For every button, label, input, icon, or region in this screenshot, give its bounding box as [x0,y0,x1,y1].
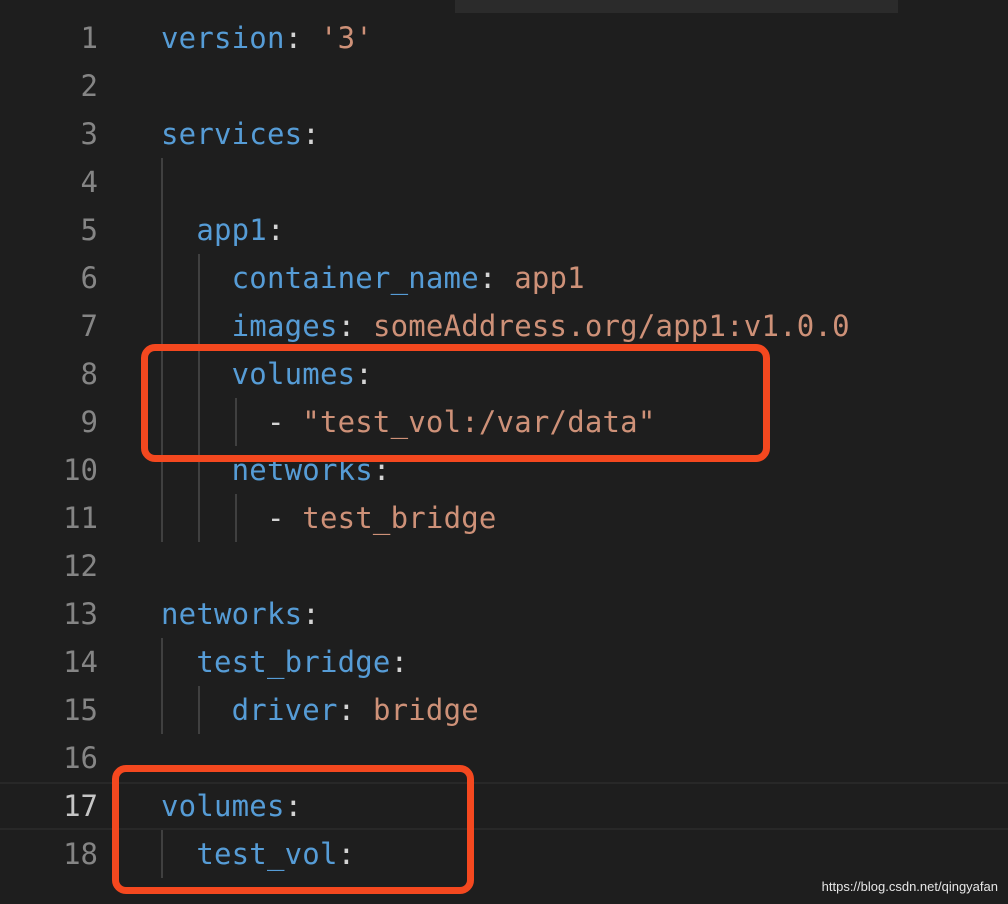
code-line[interactable]: 13 networks: [0,590,1008,638]
line-number: 14 [63,645,98,679]
code-line[interactable]: 15 driver: bridge [0,686,1008,734]
code-line[interactable]: 7 images: someAddress.org/app1:v1.0.0 [0,302,1008,350]
yaml-key: driver [231,693,338,727]
editor-top-bar [455,0,898,13]
list-dash: - [266,501,303,535]
yaml-key: networks [161,597,303,631]
yaml-value: '3' [319,21,373,55]
code-text: driver: bridge [161,694,479,726]
code-line[interactable]: 12 [0,542,1008,590]
yaml-colon: : [337,309,373,343]
yaml-value: test_bridge [302,501,497,535]
line-number: 7 [80,309,98,343]
code-line[interactable]: 11 - test_bridge [0,494,1008,542]
yaml-value: someAddress.org/app1:v1.0.0 [372,309,850,343]
yaml-colon: : [266,213,285,247]
code-text: app1: [161,214,285,246]
yaml-value: app1 [514,261,585,295]
line-number: 1 [80,21,98,55]
line-number: 3 [80,117,98,151]
code-text: version: '3' [161,22,373,54]
yaml-colon: : [302,117,320,151]
code-editor[interactable]: 1 version: '3' 2 3 services: 4 5 app1: 6 contai… [0,0,1008,904]
code-line[interactable]: 3 services: [0,110,1008,158]
line-number: 13 [63,597,98,631]
code-text: images: someAddress.org/app1:v1.0.0 [161,310,850,342]
yaml-key: app1 [196,213,267,247]
code-text: networks: [161,598,320,630]
yaml-key: test_bridge [196,645,391,679]
line-number: 5 [80,213,98,247]
yaml-colon: : [302,597,320,631]
yaml-key: services [161,117,303,151]
yaml-colon: : [337,693,373,727]
highlight-box-service-volumes [141,344,770,462]
line-number: 4 [80,165,98,199]
line-number: 15 [63,693,98,727]
line-number: 17 [63,789,98,823]
line-number: 16 [63,741,98,775]
code-line[interactable]: 1 version: '3' [0,14,1008,62]
code-line[interactable]: 6 container_name: app1 [0,254,1008,302]
code-line[interactable]: 5 app1: [0,206,1008,254]
code-text: container_name: app1 [161,262,585,294]
yaml-key: images [231,309,338,343]
yaml-colon: : [284,21,320,55]
code-line[interactable]: 2 [0,62,1008,110]
line-number: 18 [63,837,98,871]
yaml-colon: : [390,645,409,679]
line-number: 9 [80,405,98,439]
code-line[interactable]: 4 [0,158,1008,206]
yaml-colon: : [478,261,515,295]
code-line[interactable]: 14 test_bridge: [0,638,1008,686]
line-number: 11 [63,501,98,535]
line-number: 12 [63,549,98,583]
line-number: 10 [63,453,98,487]
line-number: 6 [80,261,98,295]
code-text: services: [161,118,320,150]
watermark: https://blog.csdn.net/qingyafan [821,879,998,894]
yaml-key: container_name [231,261,479,295]
line-number: 8 [80,357,98,391]
line-number: 2 [80,69,98,103]
yaml-value: bridge [372,693,479,727]
code-text: - test_bridge [161,502,497,534]
yaml-key: version [161,21,285,55]
highlight-box-top-volumes [112,765,474,894]
code-text: test_bridge: [161,646,408,678]
